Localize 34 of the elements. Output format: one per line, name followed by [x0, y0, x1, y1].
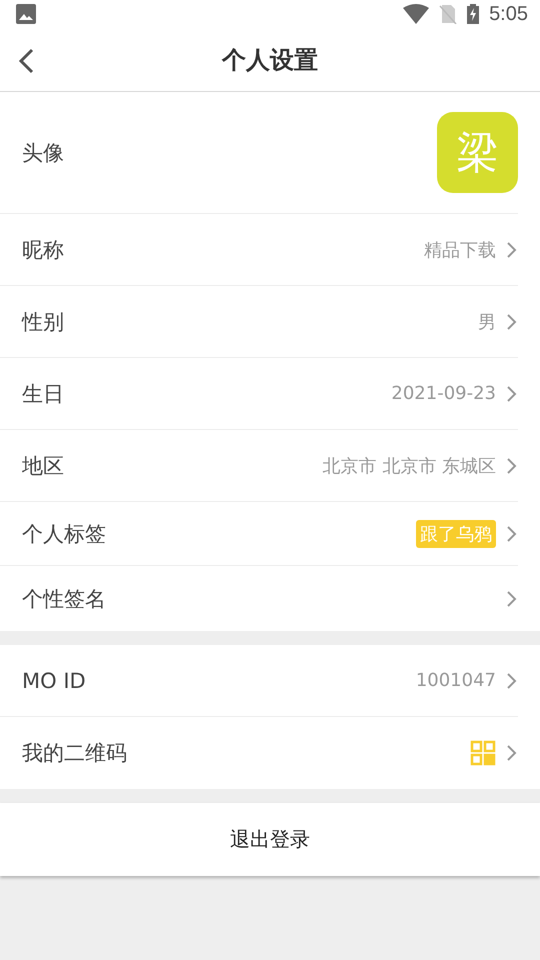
battery-charging-icon: [467, 4, 480, 24]
chevron-right-icon: [506, 312, 518, 330]
chevron-right-icon: [506, 240, 518, 258]
tag-label: 跟了乌鸦: [416, 520, 496, 548]
wifi-icon: [403, 4, 430, 24]
chevron-right-icon: [506, 744, 518, 762]
no-sim-icon: [439, 4, 458, 24]
image-icon: [16, 4, 36, 24]
row-label: 性别: [22, 308, 65, 336]
clock-time: 5:05: [489, 2, 528, 26]
row-label: 生日: [22, 380, 65, 408]
chevron-right-icon: [506, 384, 518, 402]
row-value: 1001047: [416, 670, 496, 691]
row-value: 男: [478, 310, 496, 334]
settings-row[interactable]: 个性签名: [0, 566, 518, 631]
settings-row[interactable]: 我的二维码: [0, 717, 518, 789]
settings-row[interactable]: 头像 梁: [0, 92, 518, 214]
row-value: 2021-09-23: [391, 383, 496, 404]
qr-code-icon: [470, 740, 496, 766]
page-title: 个人设置: [222, 44, 318, 76]
row-label: 我的二维码: [22, 740, 128, 767]
row-value: 北京市 北京市 东城区: [322, 454, 496, 478]
row-label: 头像: [22, 140, 65, 166]
row-label: 个人标签: [22, 520, 107, 548]
row-label: MO ID: [22, 668, 87, 692]
row-label: 个性签名: [22, 586, 107, 612]
chevron-right-icon: [506, 524, 518, 542]
chevron-right-icon: [506, 456, 518, 474]
logout-button[interactable]: 退出登录: [0, 803, 540, 876]
row-value: 精品下载: [424, 238, 496, 262]
row-label: 地区: [22, 452, 65, 480]
chevron-right-icon: [506, 672, 518, 690]
row-label: 昵称: [22, 236, 65, 264]
chevron-right-icon: [506, 590, 518, 608]
